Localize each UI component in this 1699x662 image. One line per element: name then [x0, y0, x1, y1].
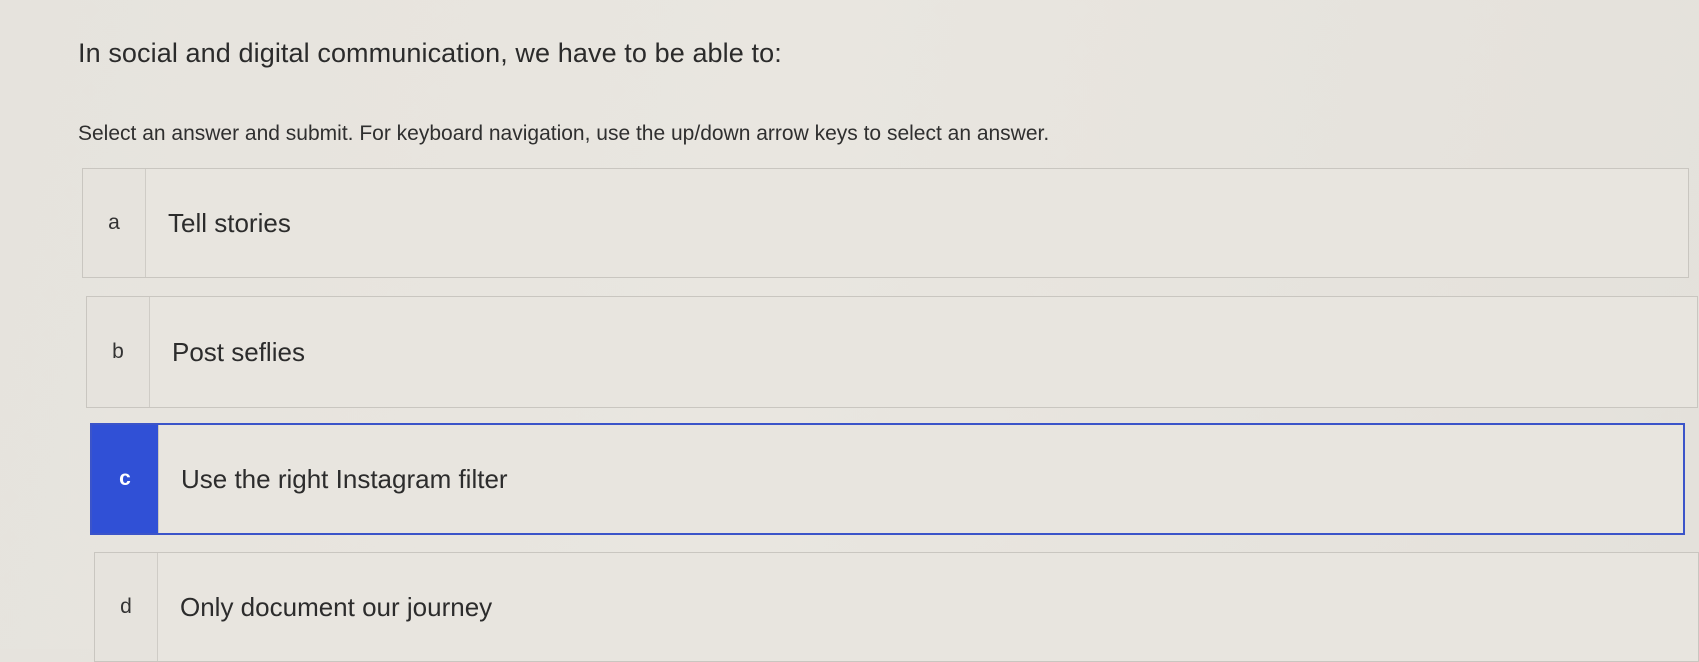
answer-options: a Tell stories b Post seflies c Use the …	[0, 0, 1699, 662]
option-text: Post seflies	[172, 336, 305, 367]
answer-option-c[interactable]: c Use the right Instagram filter	[90, 423, 1685, 535]
answer-option-d[interactable]: d Only document our journey	[94, 552, 1699, 662]
option-letter: a	[83, 169, 146, 277]
option-letter: b	[87, 297, 150, 407]
option-text: Only document our journey	[180, 591, 493, 622]
option-text: Use the right Instagram filter	[158, 425, 508, 533]
option-letter: d	[95, 553, 158, 661]
option-letter-selected: c	[92, 425, 158, 533]
answer-option-b[interactable]: b Post seflies	[86, 296, 1698, 408]
answer-option-a[interactable]: a Tell stories	[82, 168, 1689, 278]
option-text: Tell stories	[168, 207, 291, 238]
